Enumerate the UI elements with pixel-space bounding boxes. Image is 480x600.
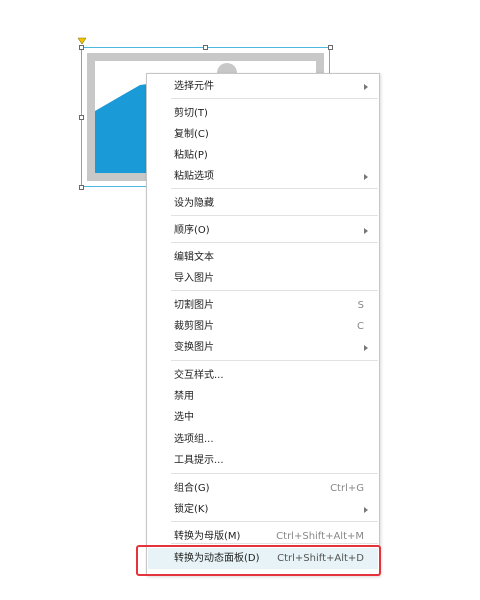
menu-item-label: 复制(C) xyxy=(174,129,209,140)
menu-item-label: 顺序(O) xyxy=(174,225,210,236)
submenu-arrow-icon xyxy=(364,228,368,234)
menu-item[interactable]: 裁剪图片 C xyxy=(148,316,378,337)
menu-item[interactable]: 锁定(K) xyxy=(148,499,378,520)
menu-item[interactable]: 剪切(T) xyxy=(148,103,378,124)
submenu-arrow-icon xyxy=(364,174,368,180)
resize-handle-top-right[interactable] xyxy=(328,45,333,50)
menu-separator xyxy=(171,473,378,474)
anchor-triangle-icon[interactable] xyxy=(78,37,86,45)
menu-item-label: 组合(G) xyxy=(174,483,210,494)
menu-item-label: 锁定(K) xyxy=(174,504,209,515)
menu-item[interactable]: 切割图片 S xyxy=(148,295,378,316)
menu-item[interactable]: 粘贴选项 xyxy=(148,166,378,187)
menu-item-label: 导入图片 xyxy=(174,273,214,284)
resize-handle-top-middle[interactable] xyxy=(203,45,208,50)
menu-item-label: 裁剪图片 xyxy=(174,321,214,332)
resize-handle-top-left[interactable] xyxy=(79,45,84,50)
menu-item[interactable]: 粘贴(P) xyxy=(148,145,378,166)
highlight-annotation-box xyxy=(136,545,381,576)
menu-item[interactable]: 设为隐藏 xyxy=(148,193,378,214)
menu-item[interactable]: 交互样式... xyxy=(148,365,378,386)
menu-item[interactable]: 组合(G) Ctrl+G xyxy=(148,478,378,499)
menu-item[interactable]: 顺序(O) xyxy=(148,220,378,241)
resize-handle-bottom-left[interactable] xyxy=(79,185,84,190)
menu-item-label: 选项组... xyxy=(174,434,214,445)
menu-item-label: 选中 xyxy=(174,412,194,423)
menu-separator xyxy=(171,188,378,189)
submenu-arrow-icon xyxy=(364,84,368,90)
menu-item-shortcut: S xyxy=(357,300,364,311)
context-menu: 选择元件剪切(T) 复制(C) 粘贴(P) 粘贴选项设为隐藏顺序(O) 编辑文本导入图片… xyxy=(146,73,380,576)
menu-item[interactable]: 编辑文本 xyxy=(148,247,378,268)
menu-item-label: 变换图片 xyxy=(174,342,214,353)
menu-item[interactable]: 选择元件 xyxy=(148,76,378,97)
menu-item[interactable]: 选中 xyxy=(148,407,378,428)
menu-item-label: 转换为母版(M) xyxy=(174,531,241,542)
menu-item-label: 编辑文本 xyxy=(174,252,214,263)
menu-item[interactable]: 导入图片 xyxy=(148,268,378,289)
menu-separator xyxy=(171,521,378,522)
menu-item-shortcut: C xyxy=(357,321,364,332)
menu-separator xyxy=(171,242,378,243)
menu-item-label: 切割图片 xyxy=(174,300,214,311)
submenu-arrow-icon xyxy=(364,345,368,351)
resize-handle-middle-left[interactable] xyxy=(79,115,84,120)
menu-separator xyxy=(171,215,378,216)
menu-item-label: 选择元件 xyxy=(174,81,214,92)
menu-separator xyxy=(171,290,378,291)
menu-item-shortcut: Ctrl+Shift+Alt+M xyxy=(276,531,364,542)
menu-item[interactable]: 变换图片 xyxy=(148,337,378,358)
menu-separator xyxy=(171,360,378,361)
menu-item[interactable]: 复制(C) xyxy=(148,124,378,145)
menu-item-label: 工具提示... xyxy=(174,455,224,466)
submenu-arrow-icon xyxy=(364,507,368,513)
menu-item-label: 设为隐藏 xyxy=(174,198,214,209)
menu-item-label: 粘贴(P) xyxy=(174,150,208,161)
menu-item-label: 剪切(T) xyxy=(174,108,208,119)
menu-item[interactable]: 工具提示... xyxy=(148,450,378,471)
menu-item[interactable]: 禁用 xyxy=(148,386,378,407)
menu-separator xyxy=(171,98,378,99)
menu-item-shortcut: Ctrl+G xyxy=(330,483,364,494)
menu-item-label: 交互样式... xyxy=(174,370,224,381)
menu-item-label: 禁用 xyxy=(174,391,194,402)
menu-item[interactable]: 转换为母版(M) Ctrl+Shift+Alt+M xyxy=(148,526,378,547)
menu-item-label: 粘贴选项 xyxy=(174,171,214,182)
menu-item[interactable]: 选项组... xyxy=(148,429,378,450)
